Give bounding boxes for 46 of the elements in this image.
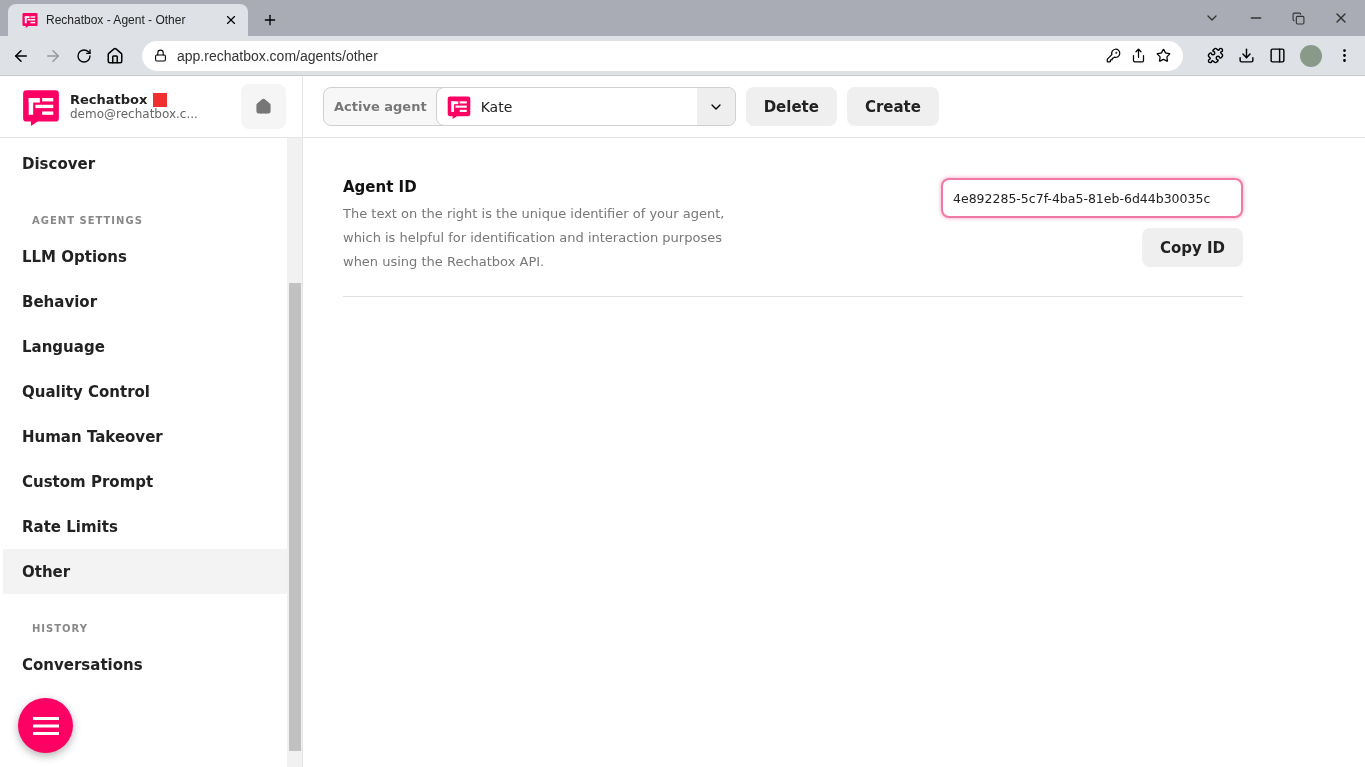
agent-logo-icon [446,94,471,119]
brand-logo-icon [22,87,60,126]
toolbar-button[interactable]: Create [846,87,939,126]
sidebar-item[interactable]: Discover [3,141,287,186]
extensions-icon[interactable] [1207,47,1224,64]
new-tab-icon[interactable] [262,12,278,28]
sidebar-item[interactable]: Conversations [3,642,287,687]
home-button[interactable] [241,84,286,129]
sidebar-item[interactable]: Human Takeover [3,414,287,459]
account-email: demo@rechatbox.c... [70,107,199,121]
download-icon[interactable] [1238,47,1255,64]
close-icon[interactable] [224,13,238,27]
tab-logo-icon [22,12,38,28]
tab-title: Rechatbox - Agent - Other [46,13,187,27]
key-icon[interactable] [1106,48,1121,63]
section-description: The text on the right is the unique identifier of your agent, which is helpful for identification and interaction purposes when using the Rechatbox API. [343,205,726,271]
brand-name: Rechatbox [70,92,148,107]
sidebar-item[interactable]: Rate Limits [3,504,287,549]
toolbar-button[interactable]: Delete [745,87,837,126]
scrollbar[interactable] [287,138,302,767]
menu-icon [32,716,59,735]
sidebar-item[interactable]: Language [3,324,287,369]
restore-icon[interactable] [1292,11,1305,25]
url-text: app.rechatbox.com/agents/other [177,47,379,64]
section-heading: HISTORY [32,623,88,634]
sidebar-item[interactable]: LLM Options [3,234,287,279]
agent-select[interactable]: Active agent Kate [323,87,736,126]
agent-id-field[interactable]: 4e892285-5c7f-4ba5-81eb-6d44b30035c [941,178,1243,218]
menu-button[interactable] [18,698,73,753]
section-title: Agent ID [343,178,418,196]
reload-icon[interactable] [76,47,92,64]
bookmark-star-icon[interactable] [1156,48,1171,63]
lock-icon [154,49,167,62]
sidebar-item[interactable]: Quality Control [3,369,287,414]
sidebar-item[interactable]: Other [3,549,287,594]
status-square-icon [153,92,168,107]
address-bar[interactable]: app.rechatbox.com/agents/other [142,40,1183,71]
sidebar-item[interactable]: Custom Prompt [3,459,287,504]
share-icon[interactable] [1131,48,1146,63]
sidebar-item[interactable]: Behavior [3,279,287,324]
home-icon[interactable] [106,46,124,65]
side-panel-icon[interactable] [1269,47,1286,64]
section-heading: AGENT SETTINGS [32,215,143,226]
copy-id-button[interactable]: Copy ID [1141,228,1243,267]
home-icon [255,98,272,115]
browser-tab[interactable]: Rechatbox - Agent - Other [8,4,248,36]
